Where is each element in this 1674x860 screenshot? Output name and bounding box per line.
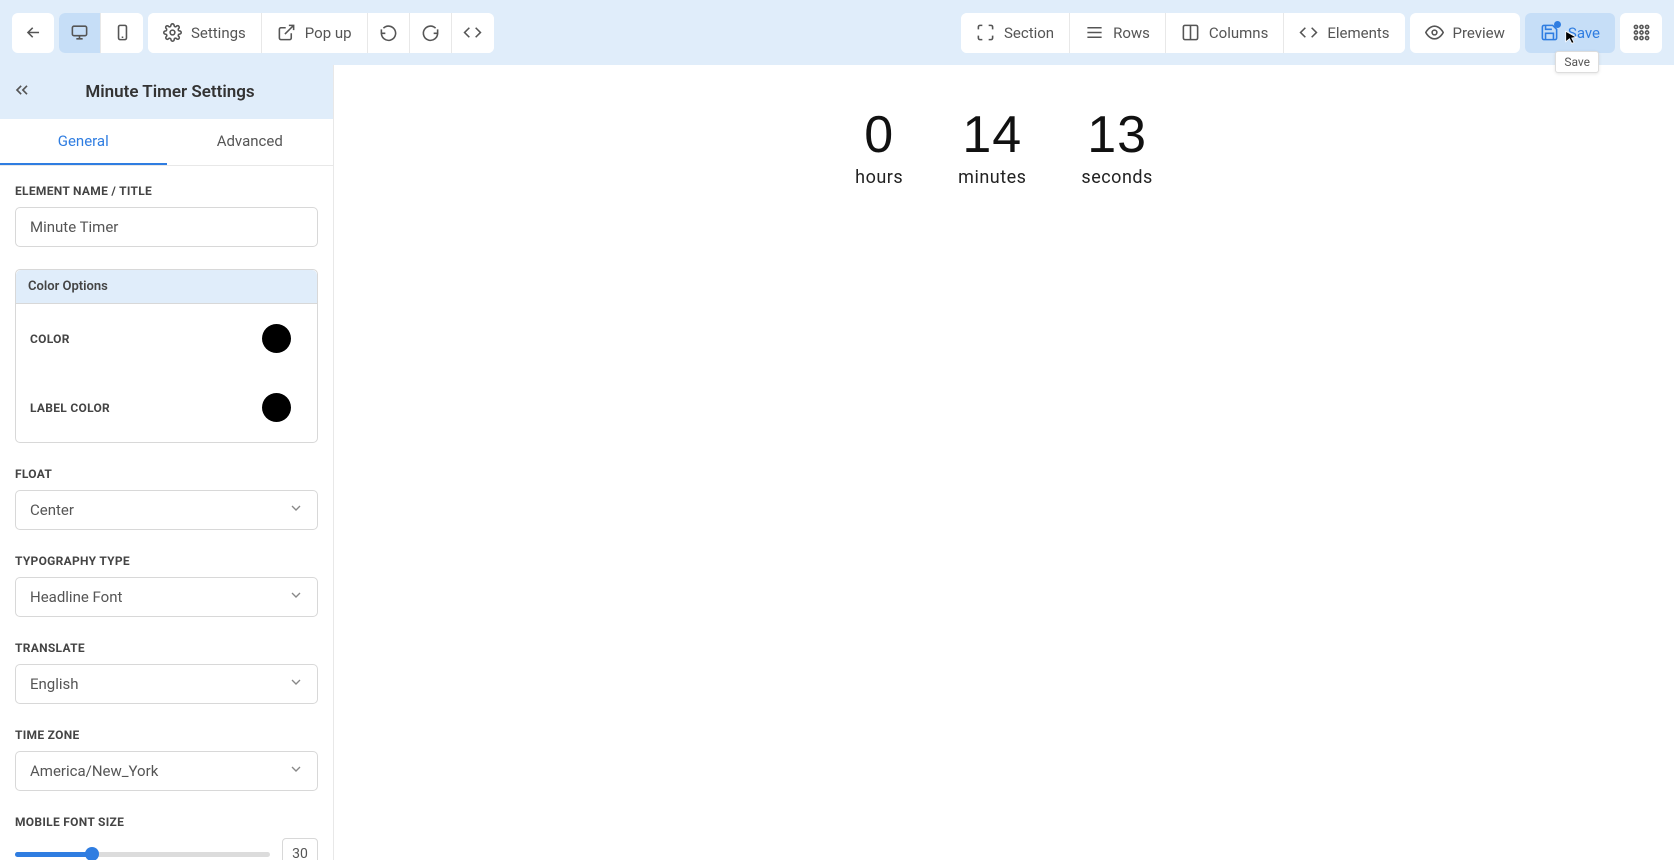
- timer-minutes: 14 minutes: [958, 105, 1026, 860]
- timer-seconds: 13 seconds: [1081, 105, 1152, 860]
- popup-icon: [277, 23, 296, 42]
- redo-icon: [421, 23, 440, 42]
- preview-button[interactable]: Preview: [1410, 13, 1520, 53]
- section-icon: [976, 23, 995, 42]
- rows-label: Rows: [1113, 24, 1150, 42]
- columns-button[interactable]: Columns: [1166, 13, 1284, 53]
- label-color-label: LABEL COLOR: [30, 401, 110, 415]
- hours-value: 0: [855, 105, 903, 165]
- minutes-label: minutes: [958, 167, 1026, 188]
- typography-select[interactable]: [15, 577, 318, 617]
- mobile-font-value[interactable]: 30: [282, 838, 318, 860]
- apps-button[interactable]: [1620, 13, 1662, 53]
- rows-button[interactable]: Rows: [1070, 13, 1166, 53]
- save-button[interactable]: Save: [1525, 13, 1615, 53]
- collapse-button[interactable]: [12, 80, 32, 104]
- chevrons-left-icon: [12, 80, 32, 100]
- save-tooltip: Save: [1555, 51, 1599, 73]
- hours-label: hours: [855, 167, 903, 188]
- sidebar-title: Minute Timer Settings: [44, 82, 321, 102]
- label-color-row: LABEL COLOR: [16, 373, 317, 442]
- minutes-value: 14: [958, 105, 1026, 165]
- grid-icon: [1632, 23, 1651, 42]
- typography-label: TYPOGRAPHY TYPE: [15, 554, 318, 568]
- desktop-icon: [70, 23, 89, 42]
- settings-button[interactable]: Settings: [148, 13, 262, 53]
- mobile-font-slider[interactable]: [15, 852, 270, 857]
- arrow-left-icon: [24, 23, 43, 42]
- code-button[interactable]: [452, 13, 494, 53]
- layout-group: Section Rows Columns Elements: [961, 13, 1405, 53]
- color-row: COLOR: [16, 304, 317, 373]
- back-button[interactable]: [12, 13, 54, 53]
- seconds-value: 13: [1081, 105, 1152, 165]
- float-label: FLOAT: [15, 467, 318, 481]
- element-name-label: ELEMENT NAME / TITLE: [15, 184, 318, 198]
- unsaved-indicator: [1554, 21, 1561, 28]
- tab-advanced[interactable]: Advanced: [167, 119, 334, 165]
- popup-label: Pop up: [305, 24, 352, 42]
- mobile-icon: [113, 23, 132, 42]
- popup-button[interactable]: Pop up: [262, 13, 368, 53]
- timer-hours: 0 hours: [855, 105, 903, 860]
- settings-label: Settings: [191, 24, 246, 42]
- elements-label: Elements: [1327, 24, 1389, 42]
- settings-sidebar: Minute Timer Settings General Advanced E…: [0, 65, 334, 860]
- seconds-label: seconds: [1081, 167, 1152, 188]
- sidebar-header: Minute Timer Settings: [0, 65, 333, 119]
- device-toggle-group: [59, 13, 143, 53]
- elements-icon: [1299, 23, 1318, 42]
- undo-button[interactable]: [368, 13, 410, 53]
- tab-general[interactable]: General: [0, 119, 167, 165]
- color-options-header: Color Options: [16, 270, 317, 304]
- color-swatch[interactable]: [262, 324, 291, 353]
- mobile-view-button[interactable]: [101, 13, 143, 53]
- label-color-swatch[interactable]: [262, 393, 291, 422]
- timer-element[interactable]: 0 hours 14 minutes 13 seconds: [855, 105, 1153, 860]
- translate-label: TRANSLATE: [15, 641, 318, 655]
- redo-button[interactable]: [410, 13, 452, 53]
- timezone-label: TIME ZONE: [15, 728, 318, 742]
- undo-icon: [379, 23, 398, 42]
- top-toolbar: Settings Pop up Section Rows Columns: [0, 0, 1674, 65]
- columns-icon: [1181, 23, 1200, 42]
- color-options-box: Color Options COLOR LABEL COLOR: [15, 269, 318, 443]
- float-select[interactable]: [15, 490, 318, 530]
- desktop-view-button[interactable]: [59, 13, 101, 53]
- color-label: COLOR: [30, 332, 70, 346]
- columns-label: Columns: [1209, 24, 1268, 42]
- settings-popup-group: Settings Pop up: [148, 13, 494, 53]
- panel-content: ELEMENT NAME / TITLE Color Options COLOR…: [0, 166, 333, 860]
- section-label: Section: [1004, 24, 1054, 42]
- mobile-font-label: MOBILE FONT SIZE: [15, 815, 318, 829]
- canvas[interactable]: 0 hours 14 minutes 13 seconds: [334, 65, 1674, 860]
- settings-icon: [163, 23, 182, 42]
- section-button[interactable]: Section: [961, 13, 1070, 53]
- timezone-select[interactable]: [15, 751, 318, 791]
- preview-label: Preview: [1453, 24, 1505, 42]
- save-label: Save: [1568, 24, 1600, 42]
- elements-button[interactable]: Elements: [1284, 13, 1404, 53]
- element-name-input[interactable]: [15, 207, 318, 247]
- translate-select[interactable]: [15, 664, 318, 704]
- eye-icon: [1425, 23, 1444, 42]
- rows-icon: [1085, 23, 1104, 42]
- code-icon: [463, 23, 482, 42]
- sidebar-tabs: General Advanced: [0, 119, 333, 166]
